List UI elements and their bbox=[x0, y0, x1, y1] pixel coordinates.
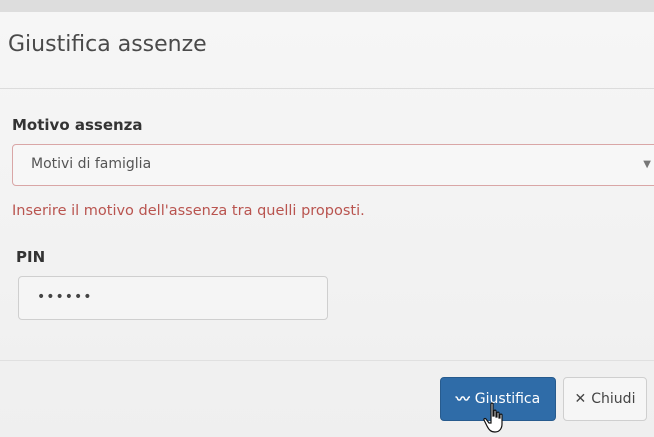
reason-label: Motivo assenza bbox=[12, 116, 143, 134]
pin-input[interactable]: •••••• bbox=[18, 276, 328, 320]
dialog-title: Giustifica assenze bbox=[8, 32, 207, 57]
signature-icon: 〰 bbox=[455, 392, 470, 408]
reason-select[interactable]: Motivi di famiglia ▼ bbox=[12, 144, 654, 186]
top-edge bbox=[0, 0, 654, 12]
caret-down-icon: ▼ bbox=[643, 159, 651, 170]
footer-divider bbox=[0, 360, 654, 361]
hand-pointer-icon bbox=[483, 402, 503, 433]
reason-select-value: Motivi di famiglia bbox=[31, 156, 152, 172]
close-icon: ✕ bbox=[574, 391, 587, 407]
justify-absences-dialog: Giustifica assenze Motivo assenza Motivi… bbox=[0, 0, 654, 437]
close-button-label: Chiudi bbox=[591, 391, 636, 407]
pin-label: PIN bbox=[16, 248, 46, 266]
reason-help-text: Inserire il motivo dell'assenza tra quel… bbox=[12, 203, 365, 219]
close-button[interactable]: ✕ Chiudi bbox=[563, 377, 647, 421]
header-divider bbox=[0, 88, 654, 89]
pin-masked-value: •••••• bbox=[37, 289, 93, 305]
